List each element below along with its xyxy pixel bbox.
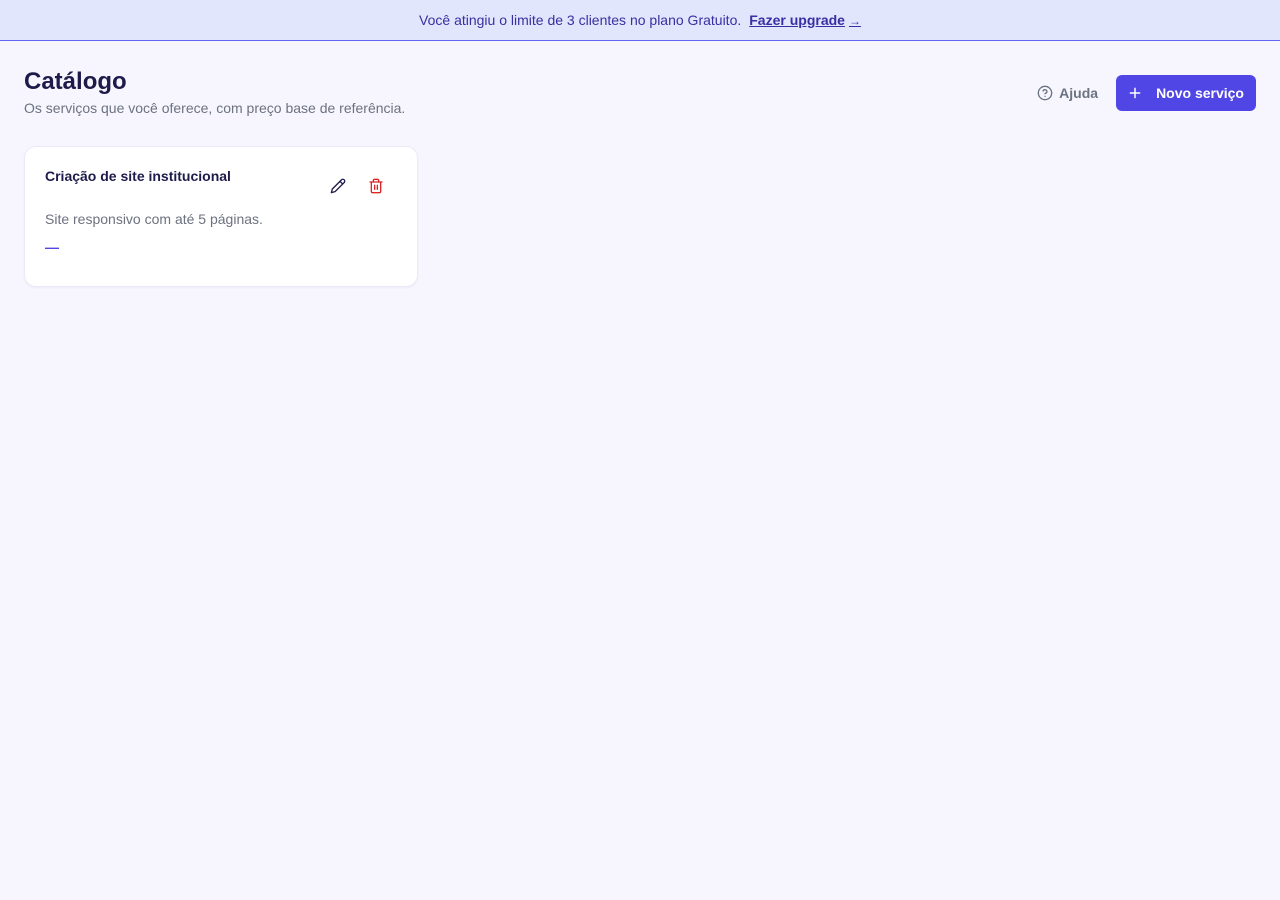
- page-subtitle: Os serviços que você oferece, com preço …: [24, 100, 406, 116]
- service-card-actions: [325, 173, 389, 199]
- trash-icon: [369, 178, 383, 194]
- banner-message: Você atingiu o limite de 3 clientes no p…: [419, 12, 742, 28]
- help-button[interactable]: Ajuda: [1037, 85, 1098, 101]
- header-actions: Ajuda Novo serviço: [1037, 75, 1256, 111]
- pencil-icon: [330, 178, 346, 194]
- upgrade-banner: Você atingiu o limite de 3 clientes no p…: [0, 0, 1280, 41]
- help-label: Ajuda: [1059, 85, 1099, 101]
- upgrade-link[interactable]: Fazer upgrade →: [749, 12, 861, 28]
- service-price: —: [45, 239, 59, 255]
- help-circle-icon: [1037, 85, 1053, 101]
- new-service-button[interactable]: Novo serviço: [1116, 75, 1256, 111]
- title-block: Catálogo Os serviços que você oferece, c…: [24, 67, 405, 116]
- plus-icon: [1129, 87, 1141, 99]
- service-description: Site responsivo com até 5 páginas.: [45, 211, 263, 227]
- delete-service-button[interactable]: [363, 173, 389, 199]
- service-card: Criação de site institucional Site respo…: [24, 146, 418, 287]
- upgrade-link-label: Fazer upgrade: [749, 12, 845, 28]
- page-header: Catálogo Os serviços que você oferece, c…: [0, 41, 1280, 116]
- arrow-right-icon: →: [848, 14, 861, 28]
- new-service-label: Novo serviço: [1156, 85, 1244, 101]
- service-card-header: Criação de site institucional: [45, 167, 397, 199]
- edit-service-button[interactable]: [325, 173, 351, 199]
- service-title: Criação de site institucional: [45, 168, 231, 184]
- page-title: Catálogo: [24, 68, 127, 95]
